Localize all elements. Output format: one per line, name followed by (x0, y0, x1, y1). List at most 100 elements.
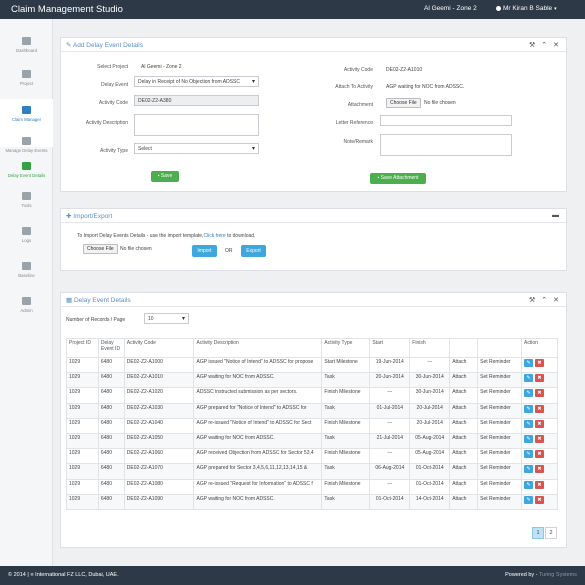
column-header[interactable]: Activity Description (193, 338, 323, 358)
delete-icon[interactable]: ✖ (535, 480, 545, 489)
edit-icon[interactable]: ✎ (524, 419, 534, 428)
save-attachment-button[interactable]: ▪ Save Attachment (370, 173, 426, 184)
save-button[interactable]: ▪ Save (151, 171, 179, 182)
table-row: 1029 6480 DE02-Z2-A1070 AGP prepared for Se… (66, 463, 558, 480)
letter-reference-input[interactable] (380, 115, 512, 126)
set-reminder-link[interactable]: Set Reminder (477, 448, 523, 465)
attach-link[interactable]: Attach (449, 432, 479, 450)
edit-icon[interactable]: ✎ (524, 480, 534, 489)
attach-link[interactable]: Attach (449, 402, 479, 419)
sidebar-item-admin[interactable]: Admin (0, 297, 53, 313)
powered-by-company[interactable]: Turing Systems (539, 572, 577, 578)
sidebar-item-label: Tools (21, 203, 32, 208)
finish-cell: 01-Oct-2014 (409, 478, 451, 495)
edit-icon[interactable]: ✎ (524, 434, 534, 443)
delay-event-select[interactable]: Delay in Receipt of No Objection from AD… (134, 76, 259, 87)
activity-description-cell: AGP prepared for Sector 3,4,5,6,11,12,13… (193, 463, 323, 480)
activity-description-cell: AGP waiting for NOC from ADSSC. (193, 493, 323, 510)
sidebar-item-dashboard[interactable]: Dashboard (0, 37, 53, 53)
start-cell: --- (369, 417, 411, 434)
attach-link[interactable]: Attach (449, 417, 479, 434)
template-download-link[interactable]: Click here (203, 233, 225, 239)
sidebar-item-logs[interactable]: Logs (0, 227, 53, 243)
attach-link[interactable]: Attach (449, 493, 479, 510)
attach-link[interactable]: Attach (449, 372, 479, 389)
delete-icon[interactable]: ✖ (535, 374, 545, 383)
edit-icon[interactable]: ✎ (524, 359, 534, 367)
edit-icon[interactable]: ✎ (524, 465, 534, 474)
attach-link[interactable]: Attach (449, 356, 479, 374)
panel-title-text: Add Delay Event Details (72, 42, 143, 49)
import-choose-file-button[interactable]: Choose File (83, 244, 118, 254)
panel-header: ✎ Add Delay Event Details ⚒ ⌃ ✕ (61, 38, 566, 52)
delete-icon[interactable]: ✖ (535, 389, 545, 398)
sidebar-item-delay-event-details[interactable]: Delay Event Details (0, 162, 53, 178)
attachment-choose-file-button[interactable]: Choose File (386, 98, 421, 108)
column-header[interactable]: Finish (409, 338, 451, 358)
set-reminder-link[interactable]: Set Reminder (477, 478, 523, 495)
delete-icon[interactable]: ✖ (535, 359, 545, 367)
page-button-2[interactable]: 2 (545, 527, 557, 539)
note-remark-textarea[interactable] (380, 134, 512, 156)
column-header[interactable]: Delay Event ID (97, 338, 125, 358)
export-button[interactable]: Export (241, 245, 266, 257)
attach-link[interactable]: Attach (449, 478, 479, 495)
set-reminder-link[interactable]: Set Reminder (477, 356, 523, 374)
start-cell: 20-Jun-2014 (369, 372, 411, 389)
set-reminder-link[interactable]: Set Reminder (477, 387, 523, 404)
set-reminder-link[interactable]: Set Reminder (477, 493, 523, 510)
edit-icon[interactable]: ✎ (524, 450, 534, 459)
delete-icon[interactable]: ✖ (535, 434, 545, 443)
chevron-down-icon: ▾ (554, 6, 557, 12)
users-icon (22, 106, 31, 114)
chevron-up-icon[interactable]: ⌃ (541, 42, 547, 49)
close-icon[interactable]: ✕ (553, 297, 559, 304)
delete-icon[interactable]: ✖ (535, 404, 545, 413)
set-reminder-link[interactable]: Set Reminder (477, 372, 523, 389)
attach-link[interactable]: Attach (449, 387, 479, 404)
set-reminder-link[interactable]: Set Reminder (477, 402, 523, 419)
close-icon[interactable]: ✕ (553, 42, 559, 49)
column-header[interactable]: Project ID (66, 338, 99, 358)
user-menu[interactable]: Mr Kiran B Sable ▾ (496, 5, 557, 12)
delete-icon[interactable]: ✖ (535, 419, 545, 428)
edit-icon[interactable]: ✎ (524, 404, 534, 413)
column-header: Action (521, 338, 558, 358)
edit-icon[interactable]: ✎ (524, 374, 534, 383)
activity-description-cell: AGP re-issued "Notice of Intend" to ADSS… (193, 417, 323, 434)
activity-code-field[interactable]: DE02-Z2-A380 (134, 95, 259, 106)
page-button-1[interactable]: 1 (532, 527, 544, 539)
app-title: Claim Management Studio (11, 4, 123, 15)
delete-icon[interactable]: ✖ (535, 465, 545, 474)
sidebar-item-baseline[interactable]: Baseline (0, 262, 53, 278)
edit-icon[interactable]: ✎ (524, 389, 534, 398)
finish-cell: 05-Aug-2014 (409, 432, 451, 450)
column-header[interactable]: Activity Type (321, 338, 371, 358)
set-reminder-link[interactable]: Set Reminder (477, 432, 523, 450)
chevron-up-icon[interactable]: ⌃ (541, 297, 547, 304)
records-per-page-select[interactable]: 10 (144, 313, 189, 324)
sidebar-item-tools[interactable]: Tools (0, 192, 53, 208)
column-header[interactable]: Start (369, 338, 411, 358)
activity-type-select[interactable]: Select (134, 143, 259, 154)
right-activity-code-value: DE02-Z2-A1010 (386, 67, 423, 73)
import-button[interactable]: Import (192, 245, 217, 257)
wrench-icon[interactable]: ⚒ (529, 42, 535, 49)
select-project-label: Select Project (97, 64, 128, 70)
set-reminder-link[interactable]: Set Reminder (477, 463, 523, 480)
set-reminder-link[interactable]: Set Reminder (477, 417, 523, 434)
sidebar-item-project[interactable]: Project (0, 70, 53, 86)
activity-description-textarea[interactable] (134, 114, 259, 136)
minimize-icon[interactable]: ▬ (552, 212, 559, 219)
delete-icon[interactable]: ✖ (535, 495, 545, 504)
current-project[interactable]: Al Geemi - Zone 2 (424, 5, 477, 12)
delete-icon[interactable]: ✖ (535, 450, 545, 459)
attach-link[interactable]: Attach (449, 463, 479, 480)
column-header[interactable]: Activity Code (123, 338, 195, 358)
activity-type-cell: Task (321, 402, 371, 419)
activity-description-cell: AGP waiting for NOC from ADSSC. (193, 372, 323, 389)
attach-link[interactable]: Attach (449, 448, 479, 465)
sidebar-item-manage-delay-events[interactable]: Manage Delay Events (0, 137, 53, 153)
edit-icon[interactable]: ✎ (524, 495, 534, 504)
wrench-icon[interactable]: ⚒ (529, 297, 535, 304)
